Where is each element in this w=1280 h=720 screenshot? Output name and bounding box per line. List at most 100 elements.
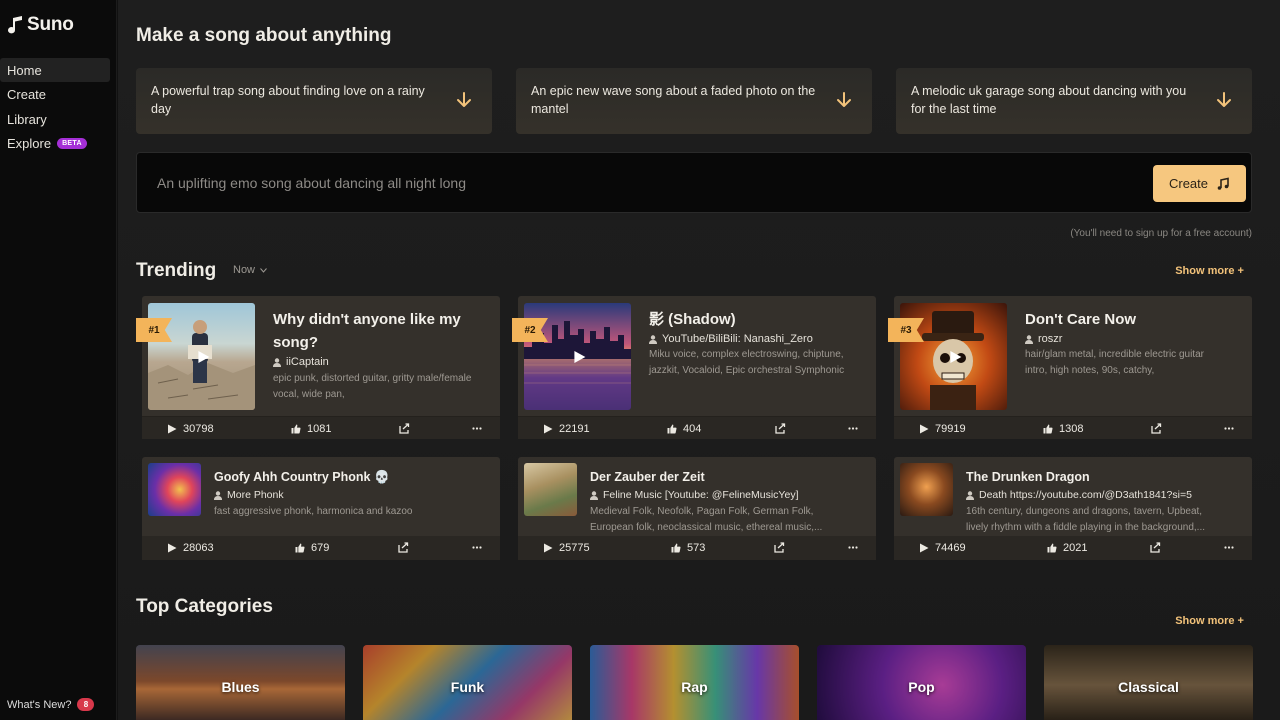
author-name: More Phonk: [227, 489, 284, 501]
song-author[interactable]: roszr: [1025, 333, 1062, 345]
top-categories-title: Top Categories: [136, 596, 273, 617]
create-button[interactable]: Create: [1153, 165, 1246, 202]
author-name: roszr: [1038, 333, 1063, 345]
like-count[interactable]: 573: [671, 536, 705, 559]
trending-show-more-link[interactable]: Show more +: [1175, 265, 1244, 277]
play-count-value: 30798: [183, 422, 214, 435]
like-count[interactable]: 404: [667, 417, 701, 440]
like-count-value: 573: [687, 541, 706, 554]
whats-new-link[interactable]: What's New? 8: [7, 698, 95, 711]
more-options-icon[interactable]: [848, 536, 858, 559]
category-label: Funk: [450, 679, 485, 695]
play-count[interactable]: 22191: [543, 417, 590, 440]
song-style-tags: Miku voice, complex electroswing, chiptu…: [649, 349, 845, 376]
category-card-funk[interactable]: Funk: [363, 645, 572, 720]
song-author[interactable]: Death https://youtube.com/@D3ath1841?si=…: [966, 489, 1192, 501]
share-icon[interactable]: [1151, 417, 1162, 440]
page-title: Make a song about anything: [136, 25, 392, 46]
share-icon[interactable]: [775, 417, 786, 440]
song-title[interactable]: Der Zauber der Zeit: [590, 470, 705, 484]
song-cover-image[interactable]: [524, 463, 577, 516]
category-card-pop[interactable]: Pop: [817, 645, 1026, 720]
user-icon: [649, 334, 657, 344]
prompt-suggestion-card[interactable]: A powerful trap song about finding love …: [136, 68, 492, 134]
play-icon: [949, 350, 961, 363]
author-name: Death https://youtube.com/@D3ath1841?si=…: [979, 489, 1192, 501]
like-count[interactable]: 1308: [1043, 417, 1083, 440]
song-title[interactable]: Don't Care Now: [1025, 308, 1235, 331]
sidebar-item-explore[interactable]: Explore BETA: [0, 132, 110, 156]
time-filter-select[interactable]: Now: [233, 264, 267, 276]
sidebar-item-create[interactable]: Create: [0, 83, 110, 107]
prompt-text: A powerful trap song about finding love …: [151, 84, 425, 116]
category-label: Classical: [1118, 679, 1179, 695]
sidebar-item-label: Library: [7, 111, 47, 127]
more-options-icon[interactable]: [848, 417, 858, 440]
trending-title: Trending: [136, 260, 217, 281]
prompt-suggestions: A powerful trap song about finding love …: [136, 68, 1252, 134]
share-icon[interactable]: [399, 417, 410, 440]
sidebar-item-home[interactable]: Home: [0, 58, 110, 82]
prompt-suggestion-card[interactable]: An epic new wave song about a faded phot…: [516, 68, 872, 134]
play-count[interactable]: 79919: [919, 417, 966, 440]
song-author[interactable]: Feline Music [Youtube: @FelineMusicYey]: [590, 489, 798, 501]
song-author[interactable]: More Phonk: [214, 489, 284, 501]
like-count[interactable]: 679: [295, 536, 329, 559]
beta-badge: BETA: [57, 138, 87, 149]
song-title[interactable]: Why didn't anyone like my song?: [273, 308, 483, 354]
category-card-rap[interactable]: Rap: [590, 645, 799, 720]
share-icon[interactable]: [774, 536, 785, 559]
trending-song-card[interactable]: #3 Don't Care Now roszr hair/glam metal,…: [888, 296, 1252, 440]
song-cover-image[interactable]: [900, 463, 953, 516]
chevron-down-icon: [260, 267, 267, 273]
like-count[interactable]: 1081: [291, 417, 331, 440]
author-name: Feline Music [Youtube: @FelineMusicYey]: [603, 489, 799, 501]
play-count-value: 22191: [559, 422, 590, 435]
play-count[interactable]: 28063: [167, 536, 214, 559]
play-count[interactable]: 30798: [167, 417, 214, 440]
play-icon: [920, 424, 929, 433]
song-author[interactable]: YouTube/BiliBili: Nanashi_Zero: [649, 333, 813, 345]
suno-logo[interactable]: Suno: [7, 14, 74, 36]
song-title[interactable]: The Drunken Dragon: [966, 470, 1090, 484]
more-options-icon[interactable]: [1224, 417, 1234, 440]
song-style-tags: hair/glam metal, incredible electric gui…: [1025, 349, 1204, 376]
share-icon[interactable]: [398, 536, 409, 559]
more-options-icon[interactable]: [472, 417, 482, 440]
music-note-logo-icon: [8, 16, 22, 34]
user-icon: [966, 490, 974, 500]
category-card-classical[interactable]: Classical: [1044, 645, 1253, 720]
trending-song-card[interactable]: #2 影 (Shadow) YouTube/BiliBili: Nanashi_…: [512, 296, 876, 440]
song-title[interactable]: Goofy Ahh Country Phonk 💀: [214, 470, 390, 485]
prompt-suggestion-card[interactable]: A melodic uk garage song about dancing w…: [896, 68, 1252, 134]
song-author[interactable]: iiCaptain: [273, 356, 329, 368]
song-stats-bar: 74469 2021: [894, 536, 1252, 560]
song-title[interactable]: 影 (Shadow): [649, 308, 859, 331]
play-count[interactable]: 25775: [543, 536, 590, 559]
play-icon: [197, 350, 209, 363]
arrow-down-icon: [457, 92, 471, 107]
play-count[interactable]: 74469: [919, 536, 966, 559]
song-stats-bar: 28063 679: [142, 536, 500, 560]
like-count-value: 404: [683, 422, 702, 435]
sidebar-item-library[interactable]: Library: [0, 107, 110, 131]
song-style-tags: 16th century, dungeons and dragons, tave…: [966, 506, 1206, 533]
like-count[interactable]: 2021: [1047, 536, 1087, 559]
more-options-icon[interactable]: [1224, 536, 1234, 559]
more-options-icon[interactable]: [472, 536, 482, 559]
trending-song-card-small[interactable]: Der Zauber der Zeit Feline Music [Youtub…: [518, 457, 876, 560]
trending-song-card[interactable]: #1 Why didn't anyone like my song? iiCap…: [136, 296, 500, 440]
user-icon: [273, 357, 281, 367]
thumbs-up-icon: [667, 424, 677, 433]
trending-song-card-small[interactable]: The Drunken Dragon Death https://youtube…: [894, 457, 1252, 560]
whats-new-label: What's New?: [7, 698, 72, 711]
categories-show-more-link[interactable]: Show more +: [1175, 615, 1244, 627]
play-icon: [573, 350, 585, 363]
arrow-down-icon: [1217, 92, 1231, 107]
thumbs-up-icon: [291, 424, 301, 433]
category-card-blues[interactable]: Blues: [136, 645, 345, 720]
song-cover-image[interactable]: [148, 463, 201, 516]
trending-song-card-small[interactable]: Goofy Ahh Country Phonk 💀 More Phonk fas…: [142, 457, 500, 560]
song-prompt-input[interactable]: [157, 153, 1057, 212]
share-icon[interactable]: [1150, 536, 1161, 559]
